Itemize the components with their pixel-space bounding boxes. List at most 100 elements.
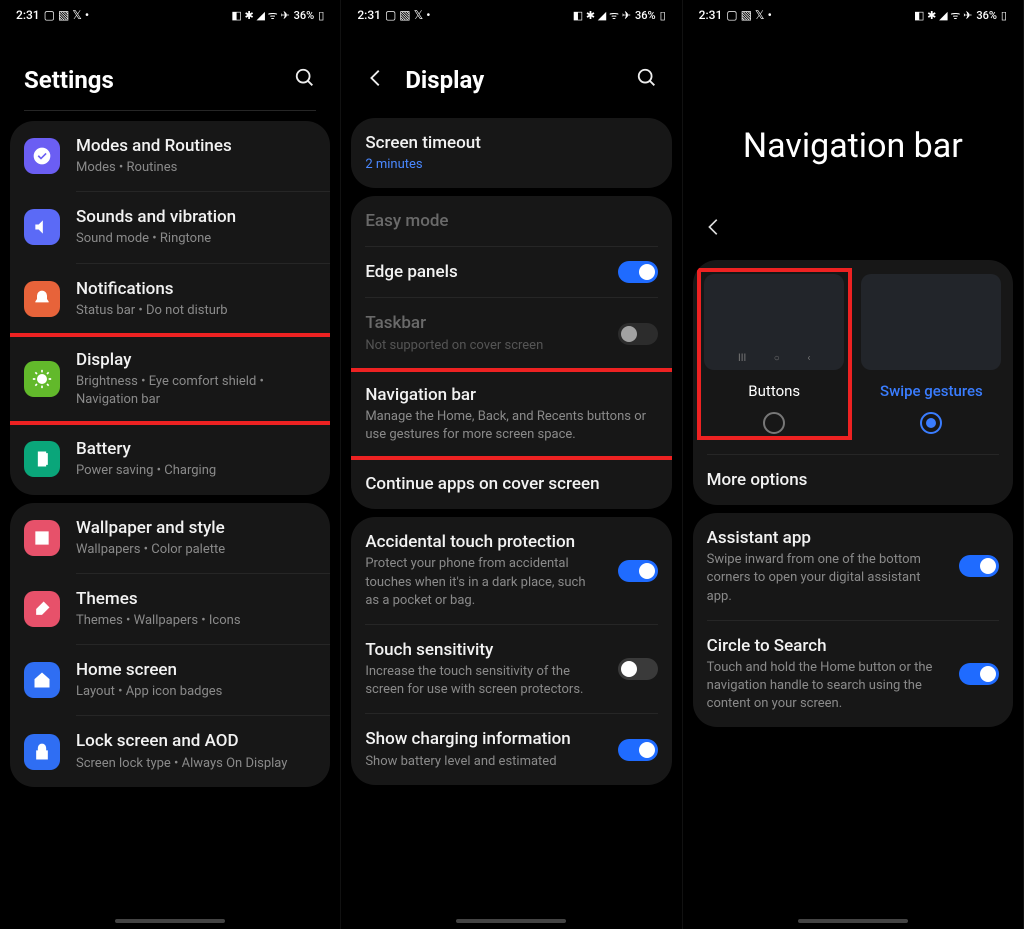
item-title: Taskbar [365, 312, 601, 334]
display-item-atp[interactable]: Accidental touch protection Protect your… [351, 517, 671, 624]
toggle-switch[interactable] [618, 560, 658, 582]
check-circle-icon [24, 138, 60, 174]
item-subtitle: Brightness • Eye comfort shield • Naviga… [76, 373, 316, 409]
search-icon[interactable] [294, 67, 316, 93]
status-bar: 2:31▢ ▧ 𝕏 • ◧ ✱ ◢ ᯤ ✈36%▯ [683, 0, 1023, 26]
radio-button[interactable] [763, 412, 785, 434]
item-subtitle: Increase the touch sensitivity of the sc… [365, 663, 601, 699]
item-title: Accidental touch protection [365, 531, 601, 553]
nav-handle[interactable] [798, 919, 908, 923]
item-subtitle: Modes • Routines [76, 159, 316, 177]
settings-item-notifications[interactable]: Notifications Status bar • Do not distur… [10, 264, 330, 334]
item-subtitle: Status bar • Do not disturb [76, 302, 316, 320]
status-icons-left: ▢ ▧ 𝕏 • [726, 8, 772, 22]
item-title: Battery [76, 438, 316, 460]
page-title: Navigation bar [683, 26, 1023, 176]
display-item-continue[interactable]: Continue apps on cover screen [351, 459, 671, 509]
item-title: Display [76, 349, 316, 371]
brush-icon [24, 591, 60, 627]
settings-item-lock[interactable]: Lock screen and AOD Screen lock type • A… [10, 716, 330, 786]
radio-button[interactable] [920, 412, 942, 434]
display-item-timeout[interactable]: Screen timeout 2 minutes [351, 118, 671, 188]
screen-display: 2:31 ▢ ▧ 𝕏 • ◧ ✱ ◢ ᯤ ✈ 36% ▯ Display Screen… [341, 0, 682, 929]
volume-icon [24, 209, 60, 245]
item-title: Sounds and vibration [76, 206, 316, 228]
title-row: Settings [0, 26, 340, 110]
item-subtitle: Layout • App icon badges [76, 683, 316, 701]
item-title: Easy mode [365, 210, 657, 232]
settings-item-display[interactable]: Display Brightness • Eye comfort shield … [10, 335, 330, 423]
status-battery: 36% [635, 9, 656, 22]
navtype-swipe[interactable]: Swipe gestures [858, 274, 1005, 434]
display-group: Easy mode Edge panels Taskbar Not suppor… [351, 196, 671, 509]
lock-icon [24, 734, 60, 770]
page-title: Display [405, 66, 617, 94]
nav-handle[interactable] [115, 919, 225, 923]
display-item-edge[interactable]: Edge panels [351, 247, 671, 297]
status-icons-left: ▢ ▧ 𝕏 • [44, 8, 90, 22]
more-options-item[interactable]: More options [693, 455, 1013, 505]
sun-icon [24, 361, 60, 397]
display-item-touchsens[interactable]: Touch sensitivity Increase the touch sen… [351, 625, 671, 713]
status-time: 2:31 [16, 8, 40, 22]
status-battery: 36% [976, 9, 997, 22]
navtype-label: Swipe gestures [880, 382, 983, 400]
settings-item-sounds[interactable]: Sounds and vibration Sound mode • Ringto… [10, 192, 330, 262]
status-time: 2:31 [699, 8, 723, 22]
back-icon[interactable] [365, 67, 387, 93]
item-subtitle: 2 minutes [365, 156, 657, 174]
item-subtitle: Swipe inward from one of the bottom corn… [707, 551, 943, 606]
item-title: Assistant app [707, 527, 943, 549]
status-icons-right: ◧ ✱ ◢ ᯤ ✈ [573, 8, 631, 23]
item-title: Home screen [76, 659, 316, 681]
navtype-preview [861, 274, 1001, 370]
settings-item-modes[interactable]: Modes and Routines Modes • Routines [10, 121, 330, 191]
search-icon[interactable] [636, 67, 658, 93]
display-item-charging[interactable]: Show charging information Show battery l… [351, 714, 671, 784]
status-battery: 36% [294, 9, 315, 22]
image-icon [24, 520, 60, 556]
toggle-switch[interactable] [618, 323, 658, 345]
item-subtitle: Sound mode • Ringtone [76, 230, 316, 248]
toggle-switch[interactable] [959, 663, 999, 685]
item-subtitle: Manage the Home, Back, and Recents butto… [365, 408, 657, 444]
status-bar: 2:31 ▢ ▧ 𝕏 • ◧ ✱ ◢ ᯤ ✈ 36% ▯ [341, 0, 681, 26]
item-title: Touch sensitivity [365, 639, 601, 661]
status-icons-left: ▢ ▧ 𝕏 • [385, 8, 431, 22]
bell-icon [24, 281, 60, 317]
page-title: Settings [24, 66, 276, 94]
toggle-switch[interactable] [618, 658, 658, 680]
back-icon[interactable] [683, 176, 1023, 252]
status-icons-right: ◧ ✱ ◢ ᯤ ✈ [231, 8, 289, 23]
item-title: Modes and Routines [76, 135, 316, 157]
navtype-label: Buttons [748, 382, 800, 400]
navbar-item-assistant[interactable]: Assistant app Swipe inward from one of t… [693, 513, 1013, 620]
battery-outline-icon: ▯ [660, 9, 666, 22]
status-time: 2:31 [357, 8, 381, 22]
nav-handle[interactable] [456, 919, 566, 923]
display-item-navbar[interactable]: Navigation bar Manage the Home, Back, an… [351, 370, 671, 458]
item-subtitle: Not supported on cover screen [365, 337, 601, 355]
settings-group: Modes and Routines Modes • Routines Soun… [10, 121, 330, 495]
item-subtitle: Power saving • Charging [76, 462, 316, 480]
item-title: Notifications [76, 278, 316, 300]
screen-settings: 2:31 ▢ ▧ 𝕏 • ◧ ✱ ◢ ᯤ ✈ 36%▯ Settings Modes… [0, 0, 341, 929]
item-subtitle: Show battery level and estimated [365, 753, 601, 771]
settings-item-home[interactable]: Home screen Layout • App icon badges [10, 645, 330, 715]
toggle-switch[interactable] [618, 261, 658, 283]
settings-item-themes[interactable]: Themes Themes • Wallpapers • Icons [10, 574, 330, 644]
item-title: Continue apps on cover screen [365, 473, 657, 495]
navtype-buttons[interactable]: III○‹ Buttons [701, 274, 848, 434]
toggle-switch[interactable] [618, 739, 658, 761]
item-title: Lock screen and AOD [76, 730, 316, 752]
battery-icon [24, 441, 60, 477]
navbar-item-circle[interactable]: Circle to Search Touch and hold the Home… [693, 621, 1013, 728]
more-options-label: More options [707, 469, 999, 491]
battery-outline-icon: ▯ [318, 9, 324, 22]
display-group: Screen timeout 2 minutes [351, 118, 671, 188]
settings-item-battery[interactable]: Battery Power saving • Charging [10, 424, 330, 494]
item-subtitle: Protect your phone from accidental touch… [365, 555, 601, 610]
settings-item-wallpaper[interactable]: Wallpaper and style Wallpapers • Color p… [10, 503, 330, 573]
toggle-switch[interactable] [959, 555, 999, 577]
item-title: Edge panels [365, 261, 601, 283]
